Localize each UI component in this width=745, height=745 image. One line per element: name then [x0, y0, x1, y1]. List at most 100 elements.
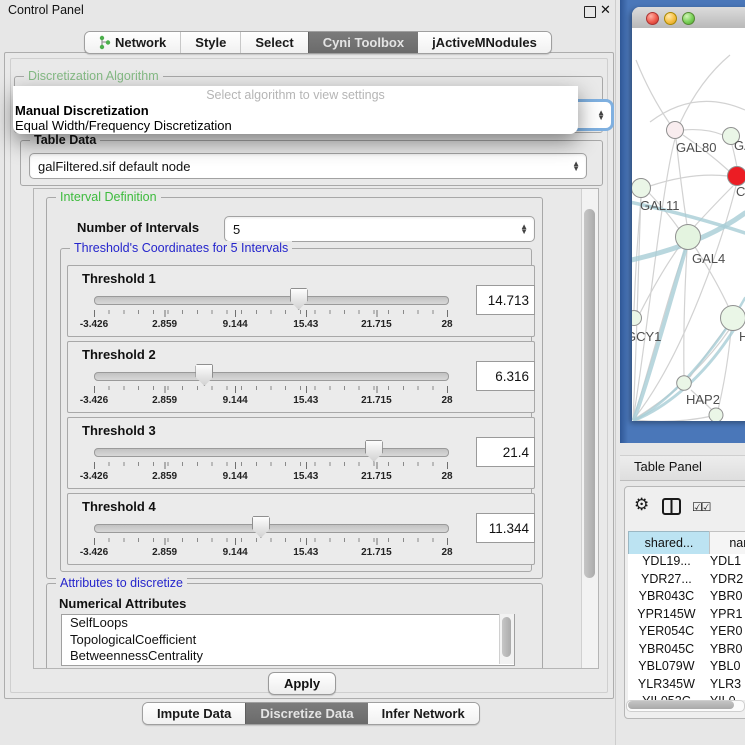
threshold-3-slider-thumb[interactable]: [365, 440, 383, 462]
table-row[interactable]: YBR043CYBR0: [628, 589, 745, 607]
threshold-1-label: Threshold 1: [82, 271, 156, 286]
threshold-4-value-field[interactable]: 11.344: [476, 513, 535, 543]
threshold-1-slider-thumb[interactable]: [290, 288, 308, 310]
cell-shared-name: YDL19...: [628, 554, 705, 572]
network-node-gal80[interactable]: [667, 122, 684, 139]
interval-definition-group: Interval Definition Number of Intervals …: [46, 197, 543, 579]
attributes-to-discretize-group: Attributes to discretize Numerical Attri…: [46, 583, 543, 669]
cell-name: YLR3: [705, 677, 745, 695]
apply-button[interactable]: Apply: [268, 672, 336, 695]
table-row[interactable]: YPR145WYPR1: [628, 607, 745, 625]
column-header-name[interactable]: name: [709, 531, 745, 555]
table-data-group-title: Table Data: [30, 133, 100, 147]
discretization-algorithm-group-title: Discretization Algorithm: [24, 69, 163, 83]
network-node-gal4[interactable]: [676, 225, 701, 250]
table-row[interactable]: YDL19...YDL1: [628, 554, 745, 572]
cell-name: YDR2: [705, 572, 745, 590]
tab-network[interactable]: Network: [85, 32, 180, 53]
attribute-item-betweennesscentrality[interactable]: BetweennessCentrality: [62, 648, 514, 665]
threshold-4-slider-track[interactable]: [94, 524, 449, 533]
tab-style[interactable]: Style: [180, 32, 240, 53]
tick-ruler-major: [94, 386, 448, 393]
table-row[interactable]: YER054CYER0: [628, 624, 745, 642]
window-zoom-traffic-light-icon[interactable]: [682, 12, 695, 25]
network-node-hap2[interactable]: [677, 376, 692, 391]
attributes-list-scrollbar[interactable]: [499, 614, 514, 664]
settings-vertical-scrollbar[interactable]: [581, 189, 598, 668]
table-row[interactable]: YLR345WYLR3: [628, 677, 745, 695]
network-node[interactable]: [709, 408, 723, 421]
attributes-group-title: Attributes to discretize: [56, 576, 187, 590]
network-node-label: GCY1: [632, 329, 661, 344]
table-panel-title: Table Panel: [634, 459, 702, 474]
tick-label: 9.144: [213, 319, 257, 330]
tick-label: -3.426: [72, 547, 116, 558]
tick-label: 15.43: [284, 395, 328, 406]
tick-label: 15.43: [284, 319, 328, 330]
tick-ruler-major: [94, 538, 448, 545]
network-canvas[interactable]: GAL80GACGAL11GAL4GCY1HHAP2: [632, 28, 745, 421]
threshold-3-value-field[interactable]: 21.4: [476, 437, 535, 467]
threshold-1-value-field[interactable]: 14.713: [476, 285, 535, 315]
network-node-label: GAL80: [676, 140, 716, 155]
window-close-traffic-light-icon[interactable]: [646, 12, 659, 25]
tick-label: 21.715: [354, 319, 398, 330]
popup-hint-text: Select algorithm to view settings: [13, 88, 578, 102]
popup-option-equal-width-frequency[interactable]: Equal Width/Frequency Discretization: [15, 118, 575, 133]
tick-label: 21.715: [354, 471, 398, 482]
interval-definition-title: Interval Definition: [56, 190, 161, 204]
threshold-1-slider-track[interactable]: [94, 296, 449, 305]
number-of-intervals-combobox[interactable]: 5 ▲▼: [224, 216, 535, 242]
tick-label: 21.715: [354, 395, 398, 406]
cell-name: YBR0: [705, 642, 745, 660]
network-node-c[interactable]: [728, 167, 745, 186]
checkbox-columns-icon[interactable]: ☑☑: [692, 500, 710, 514]
number-of-intervals-value: 5: [233, 222, 240, 237]
split-columns-icon[interactable]: [662, 498, 681, 515]
tab-cyni-toolbox[interactable]: Cyni Toolbox: [308, 32, 418, 53]
tab-impute-data[interactable]: Impute Data: [143, 703, 245, 724]
tab-label: Impute Data: [157, 706, 231, 721]
cell-shared-name: YPR145W: [628, 607, 705, 625]
threshold-2-label: Threshold 2: [82, 347, 156, 362]
tab-label: Network: [115, 35, 166, 50]
cell-shared-name: YLR345W: [628, 677, 705, 695]
tab-discretize-data[interactable]: Discretize Data: [245, 703, 367, 724]
tick-label: 28: [425, 319, 469, 330]
threshold-4-slider-thumb[interactable]: [252, 516, 270, 538]
control-panel-title: Control Panel: [8, 3, 84, 17]
panel-divider: [615, 0, 616, 745]
threshold-3-slider-track[interactable]: [94, 448, 449, 457]
threshold-2-value-field[interactable]: 6.316: [476, 361, 535, 391]
table-row[interactable]: YBL079WYBL0: [628, 659, 745, 677]
attribute-item-selfloops[interactable]: SelfLoops: [62, 615, 514, 632]
threshold-2-slider-track[interactable]: [94, 372, 449, 381]
float-window-icon[interactable]: [584, 6, 596, 18]
table-hscrollbar-thumb[interactable]: [628, 701, 734, 709]
tab-infer-network[interactable]: Infer Network: [368, 703, 479, 724]
settings-scrollbar-thumb[interactable]: [584, 209, 595, 578]
numerical-attributes-list[interactable]: SelfLoopsTopologicalCoefficientBetweenne…: [61, 614, 515, 666]
table-row[interactable]: YDR27...YDR2: [628, 572, 745, 590]
attribute-item-topologicalcoefficient[interactable]: TopologicalCoefficient: [62, 632, 514, 649]
tick-label: 9.144: [213, 395, 257, 406]
gear-icon[interactable]: ⚙: [634, 495, 649, 515]
attributes-scrollbar-thumb[interactable]: [502, 617, 511, 657]
window-minimize-traffic-light-icon[interactable]: [664, 12, 677, 25]
tab-select[interactable]: Select: [240, 32, 307, 53]
network-node-gal11[interactable]: [632, 179, 651, 198]
network-node-h[interactable]: [721, 306, 745, 331]
threshold-2-slider-thumb[interactable]: [195, 364, 213, 386]
stepper-arrows-icon: ▲▼: [597, 110, 605, 120]
thresholds-coordinates-group: Threshold's Coordinates for 5 Intervals …: [60, 248, 532, 572]
column-header-shared-name[interactable]: shared...: [628, 531, 710, 555]
popup-option-manual-discretization[interactable]: Manual Discretization: [15, 103, 575, 118]
table-data-combobox[interactable]: galFiltered.sif default node ▲▼: [29, 153, 587, 179]
table-rows[interactable]: YDL19...YDL1YDR27...YDR2YBR043CYBR0YPR14…: [628, 554, 745, 700]
network-node-label: H: [739, 329, 745, 344]
table-row[interactable]: YBR045CYBR0: [628, 642, 745, 660]
cyni-mode-tabs: Impute Data Discretize DataInfer Network: [142, 702, 480, 725]
tab-jactivemnodules[interactable]: jActiveMNodules: [418, 32, 551, 53]
cell-shared-name: YBR043C: [628, 589, 705, 607]
close-icon[interactable]: ✕: [600, 2, 610, 12]
